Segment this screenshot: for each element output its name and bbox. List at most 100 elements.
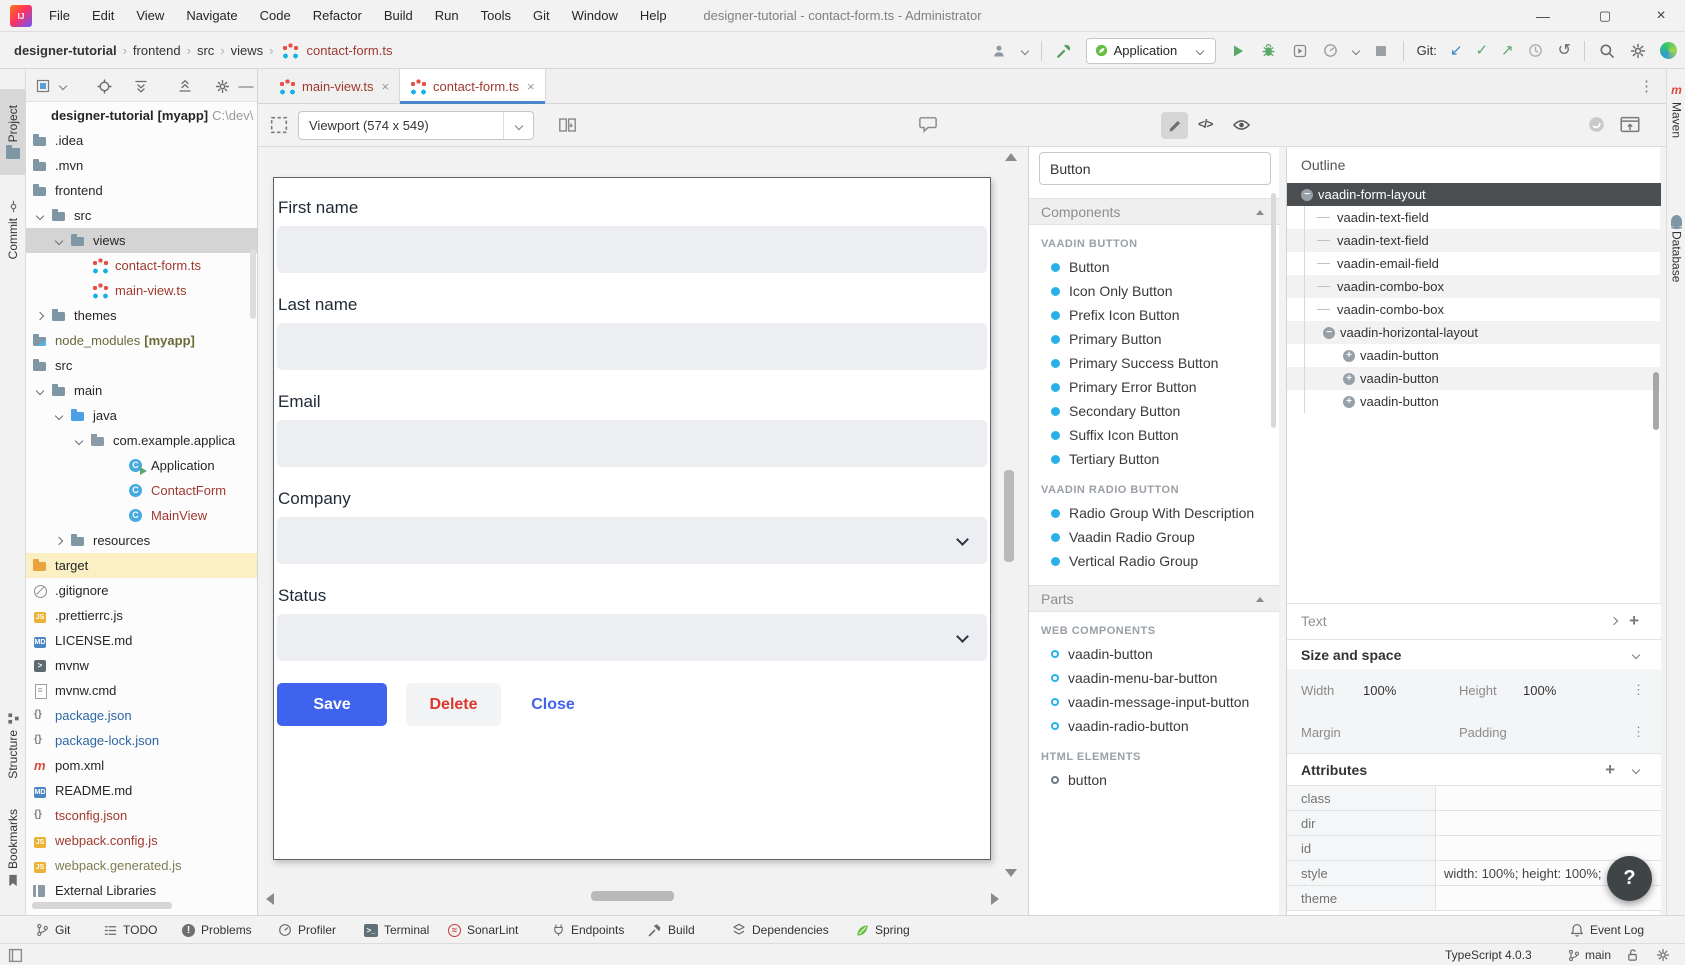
tree-row[interactable]: resources (26, 528, 258, 553)
panel-settings-gear-icon[interactable] (214, 78, 230, 94)
git-branch-status[interactable]: main (1568, 944, 1611, 965)
open-in-browser-icon[interactable] (1620, 116, 1640, 133)
form-field-input[interactable] (277, 517, 987, 564)
plugin-swirl-icon[interactable] (1660, 42, 1677, 59)
tree-row[interactable]: webpack.generated.js (26, 853, 258, 878)
outline-badge-icon[interactable] (1317, 217, 1330, 218)
outline-badge-icon[interactable] (1317, 309, 1330, 310)
menu-item[interactable]: Run (424, 0, 470, 32)
palette-row[interactable]: vaadin-menu-bar-button (1029, 666, 1280, 690)
tab-contact-form[interactable]: contact-form.ts × (400, 69, 546, 104)
form-button[interactable]: Save (277, 683, 387, 726)
minimize-button[interactable]: — (1523, 0, 1563, 32)
more-options-icon[interactable]: ⋮ (1632, 724, 1645, 740)
tree-row[interactable]: com.example.applica (26, 428, 258, 453)
palette-row[interactable]: Secondary Button (1029, 399, 1280, 423)
tool-window-terminal[interactable]: >_ Terminal (364, 916, 429, 944)
add-icon[interactable]: + (1629, 611, 1639, 631)
tree-row[interactable]: target (26, 553, 258, 578)
scroll-up-icon[interactable] (1005, 153, 1017, 161)
outline-row[interactable]: vaadin-button (1287, 344, 1661, 367)
outline-badge-icon[interactable] (1343, 373, 1355, 385)
hide-panel-icon[interactable]: — (238, 78, 254, 94)
tree-row[interactable]: src (26, 353, 258, 378)
outline-badge-icon[interactable] (1317, 263, 1330, 264)
attributes-section-header[interactable]: Attributes + (1287, 753, 1661, 785)
outline-badge-icon[interactable] (1323, 327, 1335, 339)
code-mode-button[interactable]: </> (1198, 117, 1212, 131)
vertical-scrollbar[interactable] (1004, 470, 1014, 562)
git-commit-button[interactable]: ✓ (1475, 43, 1488, 58)
expand-all-icon[interactable] (133, 78, 149, 94)
form-field-input[interactable] (277, 323, 987, 370)
collapse-all-icon[interactable] (177, 78, 193, 94)
menu-item[interactable]: File (38, 0, 81, 32)
menu-item[interactable]: Edit (81, 0, 125, 32)
palette-scrollbar[interactable] (1271, 193, 1276, 428)
form-field-input[interactable] (277, 420, 987, 467)
palette-row[interactable]: HTML ELEMENTS (1029, 746, 1280, 768)
palette-row[interactable]: Vertical Radio Group (1029, 549, 1280, 573)
run-button[interactable] (1229, 42, 1247, 60)
tree-chevron-icon[interactable] (31, 386, 49, 396)
tool-tab-project[interactable]: Project (0, 89, 26, 175)
tree-row[interactable]: tsconfig.json (26, 803, 258, 828)
outline-row[interactable]: vaadin-text-field (1287, 229, 1661, 252)
outline-row[interactable]: vaadin-text-field (1287, 206, 1661, 229)
breadcrumb-project[interactable]: designer-tutorial (14, 43, 117, 58)
tool-window-spring[interactable]: Spring (856, 916, 910, 944)
palette-row[interactable]: vaadin-button (1029, 642, 1280, 666)
split-layout-icon[interactable] (558, 116, 577, 134)
search-everywhere-icon[interactable] (1598, 42, 1616, 60)
tool-window-toggle-icon[interactable] (8, 944, 23, 965)
git-push-button[interactable]: ↗ (1501, 43, 1514, 58)
tool-window-sonarlint[interactable]: ≈ SonarLint (448, 916, 518, 944)
debug-button[interactable] (1260, 42, 1278, 60)
tree-row[interactable]: mvnw (26, 653, 258, 678)
tool-window-git[interactable]: Git (36, 916, 70, 944)
tool-window-problems[interactable]: ! Problems (182, 916, 252, 944)
user-profile-icon[interactable] (991, 42, 1009, 60)
form-field-group[interactable]: Company (277, 489, 987, 564)
form-field-group[interactable]: Status (277, 586, 987, 661)
chevron-down-icon[interactable] (1632, 765, 1640, 773)
tree-row[interactable]: Application (26, 453, 258, 478)
project-hscrollbar[interactable] (32, 902, 172, 909)
palette-row[interactable]: Tertiary Button (1029, 447, 1280, 471)
add-icon[interactable]: + (1605, 760, 1615, 780)
tree-row[interactable]: webpack.config.js (26, 828, 258, 853)
tree-row[interactable]: MainView (26, 503, 258, 528)
tree-row[interactable]: main (26, 378, 258, 403)
select-opened-file-icon[interactable] (35, 78, 51, 94)
form-field-input[interactable] (277, 614, 987, 661)
outline-badge-icon[interactable] (1317, 240, 1330, 241)
locate-target-icon[interactable] (96, 78, 112, 94)
wrench-icon[interactable] (1055, 42, 1073, 60)
menu-item[interactable]: Window (561, 0, 629, 32)
palette-row[interactable]: VAADIN BUTTON (1029, 233, 1280, 255)
tree-row[interactable]: ContactForm (26, 478, 258, 503)
outline-row[interactable]: vaadin-button (1287, 367, 1661, 390)
viewport-select[interactable]: Viewport (574 x 549) (298, 111, 534, 140)
project-vscrollbar[interactable] (250, 249, 256, 319)
tree-row[interactable]: contact-form.ts (26, 253, 258, 278)
tree-row[interactable]: themes (26, 303, 258, 328)
edit-mode-button[interactable] (1161, 112, 1188, 139)
tree-row[interactable]: node_modules [myapp] (26, 328, 258, 353)
size-section-header[interactable]: Size and space (1287, 639, 1661, 669)
event-log-button[interactable]: Event Log (1570, 916, 1644, 944)
palette-row[interactable]: Icon Only Button (1029, 279, 1280, 303)
breadcrumb-views[interactable]: views (231, 43, 264, 58)
more-options-icon[interactable]: ⋮ (1632, 682, 1645, 698)
palette-row[interactable]: Primary Button (1029, 327, 1280, 351)
tree-row[interactable]: External Libraries (26, 878, 258, 903)
scroll-right-icon[interactable] (991, 893, 999, 905)
outline-row[interactable]: vaadin-combo-box (1287, 275, 1661, 298)
tool-window-endpoints[interactable]: Endpoints (552, 916, 624, 944)
status-settings-gear-icon[interactable] (1656, 944, 1670, 965)
form-field-group[interactable]: First name (277, 198, 987, 273)
tree-chevron-icon[interactable] (31, 311, 49, 321)
profiler-button[interactable] (1322, 42, 1340, 60)
tree-row[interactable]: mvnw.cmd (26, 678, 258, 703)
help-button[interactable]: ? (1607, 856, 1652, 901)
